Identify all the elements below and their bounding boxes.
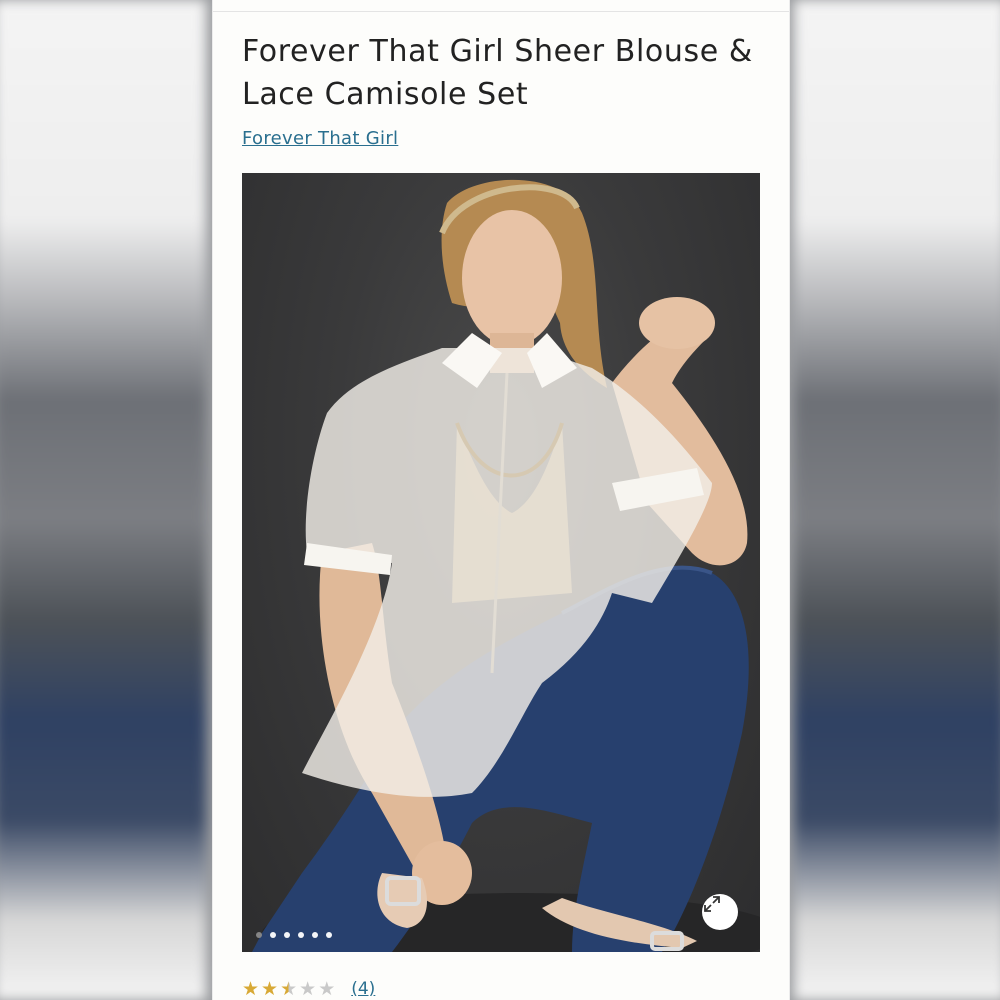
divider bbox=[213, 11, 789, 12]
star-empty-icon: ★ bbox=[318, 978, 336, 1000]
star-icon: ★ bbox=[261, 978, 279, 1000]
star-half-icon: ★ bbox=[280, 978, 298, 1000]
product-image-gallery[interactable] bbox=[242, 173, 760, 952]
gallery-dot[interactable] bbox=[312, 932, 318, 938]
expand-image-button[interactable] bbox=[702, 894, 738, 930]
product-photo bbox=[252, 179, 760, 952]
product-title: Forever That Girl Sheer Blouse & Lace Ca… bbox=[242, 34, 753, 112]
star-icon: ★ bbox=[242, 978, 260, 1000]
gallery-pagination bbox=[256, 932, 332, 938]
gallery-dot[interactable] bbox=[326, 932, 332, 938]
brand-link[interactable]: Forever That Girl bbox=[242, 128, 398, 150]
gallery-dot[interactable] bbox=[256, 932, 262, 938]
blurred-background-right bbox=[794, 0, 1000, 1000]
star-empty-icon: ★ bbox=[299, 978, 317, 1000]
blurred-background-left bbox=[0, 0, 206, 1000]
gallery-dot[interactable] bbox=[284, 932, 290, 938]
expand-arrows-icon bbox=[704, 896, 720, 912]
product-panel: Forever That Girl Sheer Blouse & Lace Ca… bbox=[212, 0, 790, 1000]
review-count-link[interactable]: (4) bbox=[351, 978, 375, 1000]
product-rating[interactable]: ★ ★ ★ ★ ★ (4) bbox=[242, 978, 375, 1000]
gallery-dot[interactable] bbox=[298, 932, 304, 938]
gallery-dot[interactable] bbox=[270, 932, 276, 938]
